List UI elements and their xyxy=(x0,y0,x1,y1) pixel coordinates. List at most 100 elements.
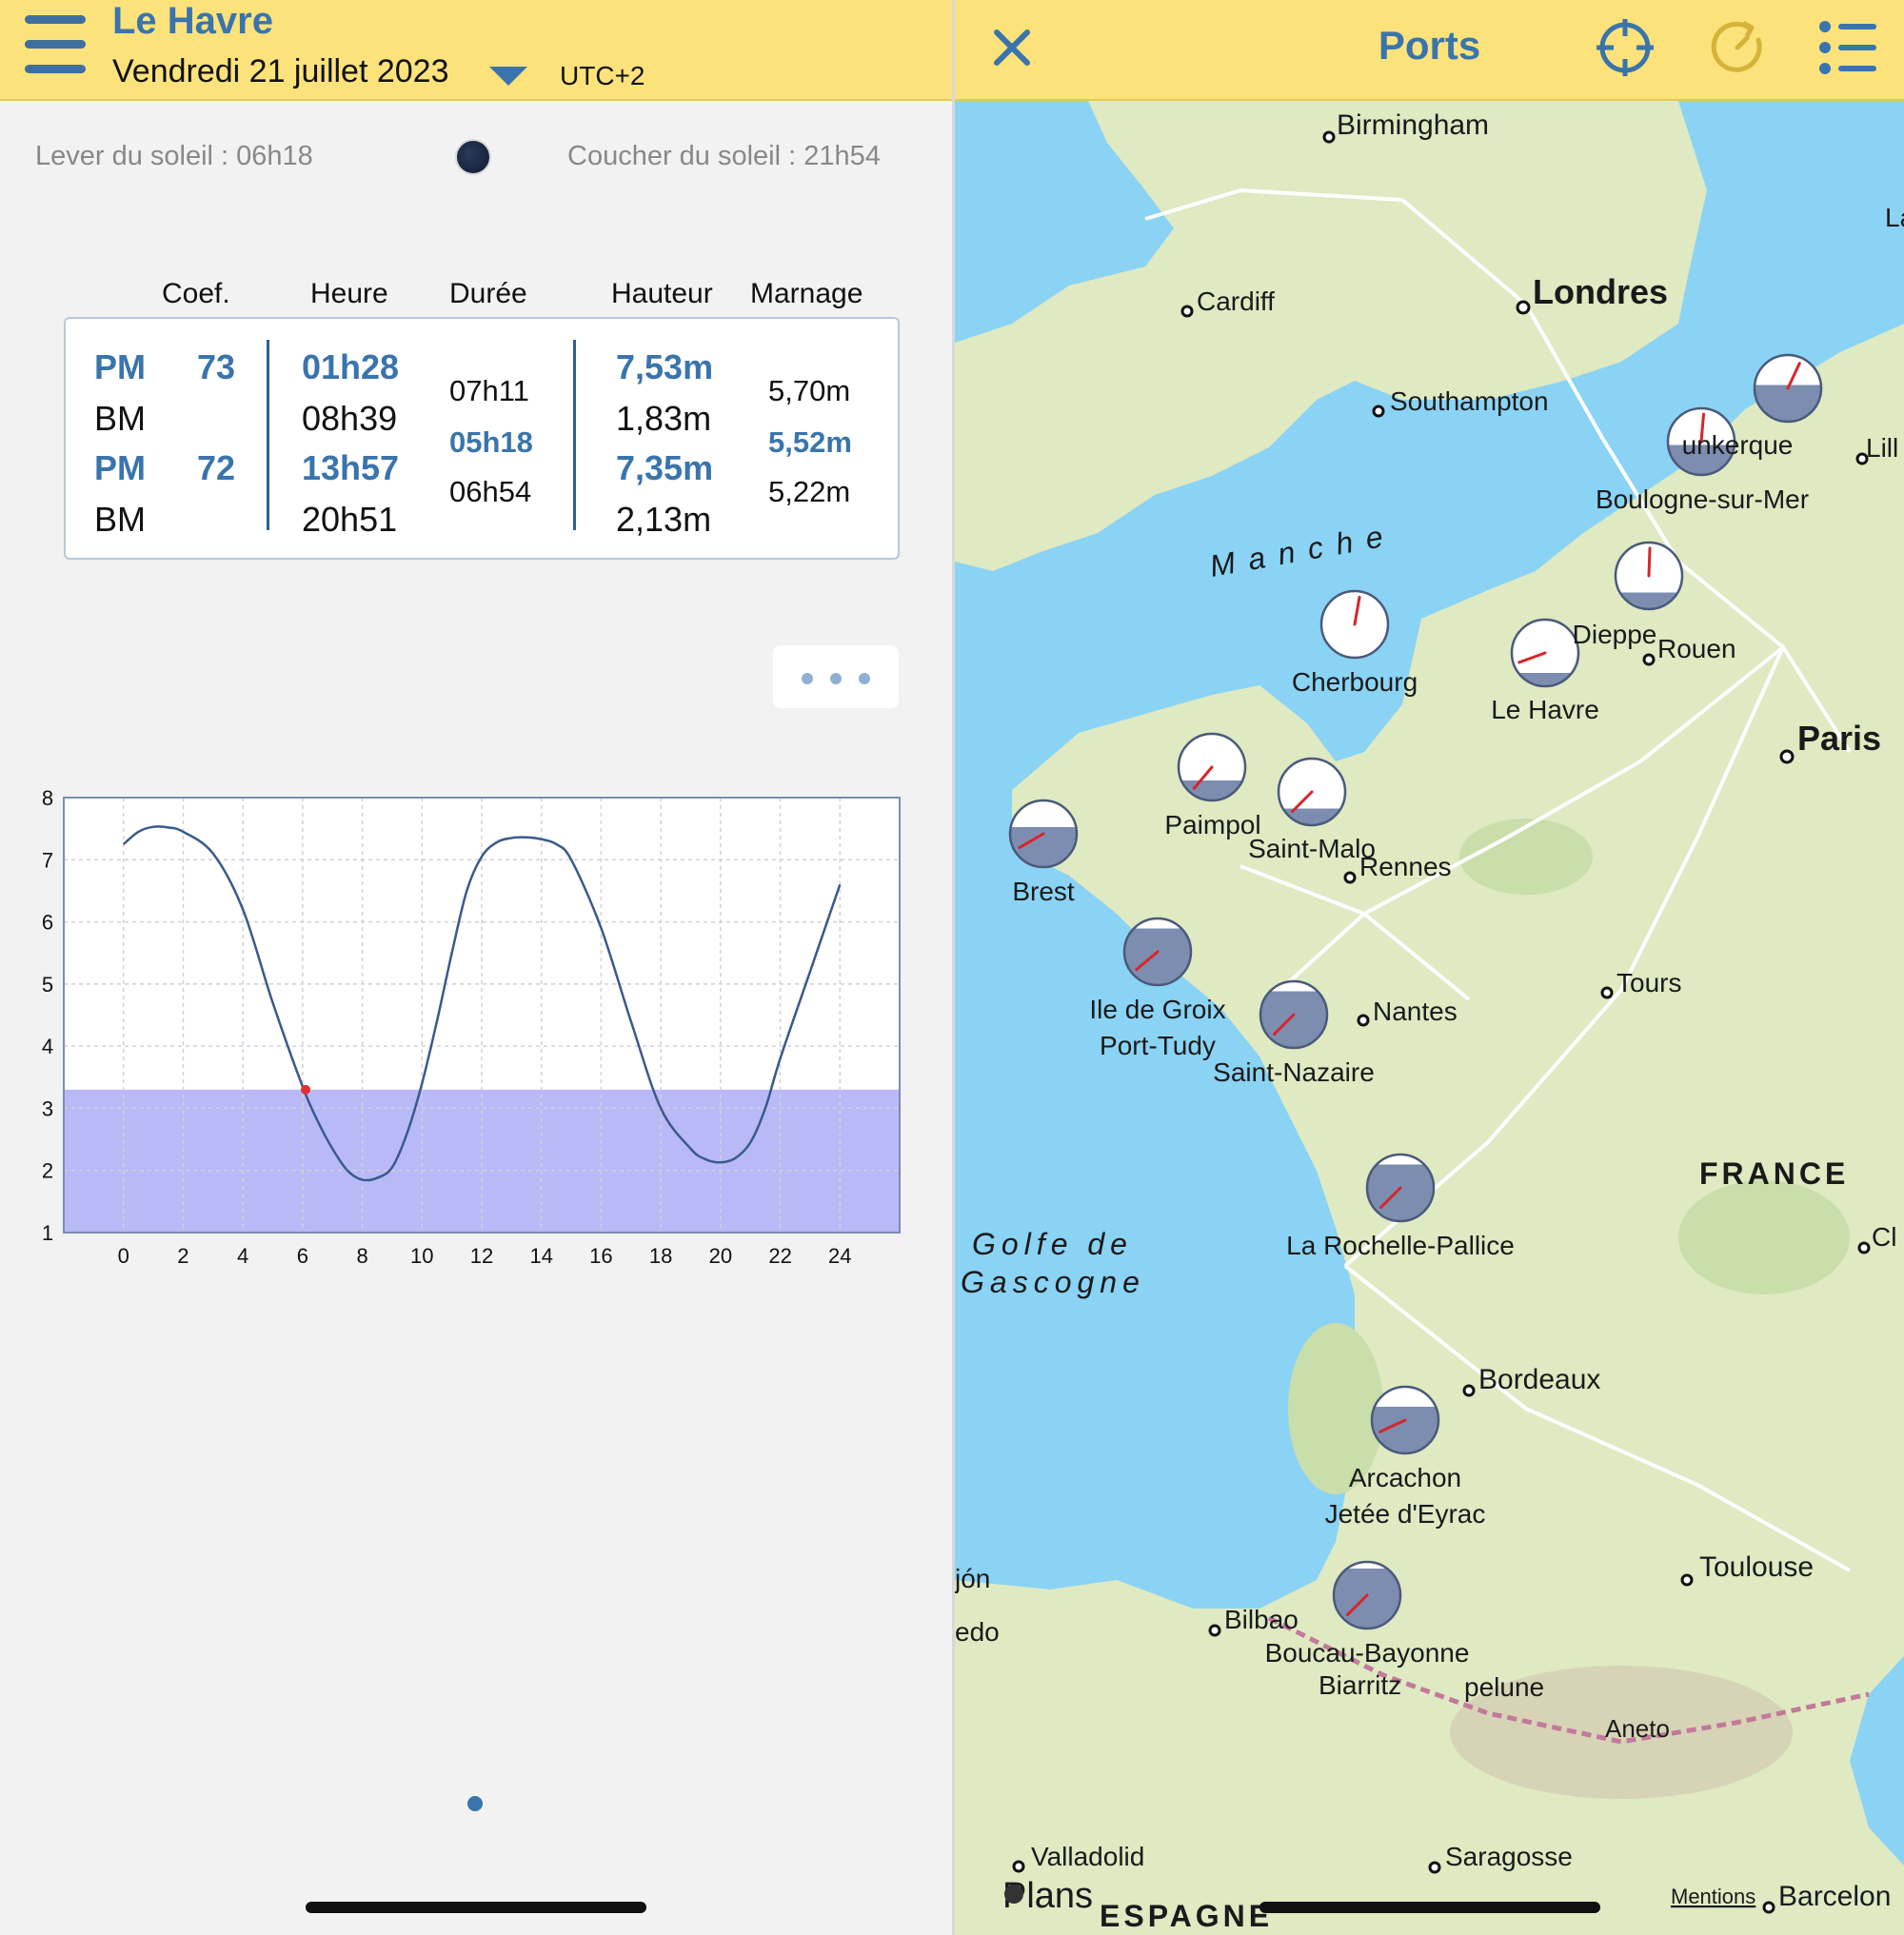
city-label: Nantes xyxy=(1373,997,1458,1026)
ports-panel: Ports Manche Golfe de Gascogne FRANCE ES… xyxy=(955,0,1904,1935)
clock-refresh-icon[interactable] xyxy=(1707,17,1768,78)
port-tide-gauge-icon[interactable] xyxy=(1319,589,1390,660)
tide-time: 08h39 xyxy=(302,399,398,438)
hamburger-menu-icon[interactable] xyxy=(25,15,86,74)
tide-time: 20h51 xyxy=(302,500,398,539)
column-header-marnage: Marnage xyxy=(750,278,863,309)
tide-time: 13h57 xyxy=(302,448,400,487)
port-label: Dieppe xyxy=(1573,620,1657,649)
tide-height: 1,83m xyxy=(616,399,712,438)
country-label: FRANCE xyxy=(1699,1156,1849,1191)
port-tide-gauge-icon[interactable] xyxy=(1510,618,1580,688)
city-label: Southampton xyxy=(1390,386,1549,416)
forest-area xyxy=(1459,819,1593,895)
column-header-coef: Coef. xyxy=(162,278,230,309)
port-label: Le Havre xyxy=(1491,695,1599,724)
chart-y-tick-label: 4 xyxy=(42,1035,53,1058)
tide-height: 7,35m xyxy=(616,448,714,487)
chart-y-tick-label: 8 xyxy=(42,786,53,810)
port-tide-gauge-icon[interactable] xyxy=(1259,979,1329,1050)
tide-table: PM 73 01h28 7,53m BM 08h39 1,83m PM 72 1… xyxy=(64,317,900,560)
home-indicator xyxy=(1259,1902,1600,1913)
city-label: Birmingham xyxy=(1337,109,1489,141)
chart-y-tick-label: 7 xyxy=(42,848,53,872)
port-tide-gauge-icon[interactable] xyxy=(1008,799,1079,869)
city-label: Cl xyxy=(1872,1222,1896,1252)
crosshair-icon[interactable] xyxy=(1595,17,1656,78)
tide-coef: 72 xyxy=(197,448,236,487)
chart-y-tick-label: 3 xyxy=(42,1096,53,1120)
port-tide-gauge-icon[interactable] xyxy=(1332,1560,1402,1630)
list-icon[interactable] xyxy=(1817,17,1878,78)
port-label: La Rochelle-Pallice xyxy=(1286,1231,1515,1260)
sunset-label: Coucher du soleil : 21h54 xyxy=(567,141,881,171)
column-header-hauteur: Hauteur xyxy=(611,278,713,309)
tide-type: PM xyxy=(94,347,146,386)
port-tide-gauge-icon[interactable] xyxy=(1365,1153,1436,1223)
port-tide-gauge-icon[interactable] xyxy=(1277,757,1347,827)
city-label: Paris xyxy=(1797,719,1881,758)
port-tide-gauge-icon[interactable] xyxy=(1122,917,1193,987)
chart-x-tick-label: 8 xyxy=(356,1244,367,1268)
chart-x-tick-label: 4 xyxy=(237,1244,248,1268)
port-tide-gauge-icon[interactable] xyxy=(1177,732,1247,802)
city-label: Rouen xyxy=(1657,634,1736,663)
port-tide-gauge-icon[interactable] xyxy=(1370,1385,1440,1455)
chart-x-tick-label: 0 xyxy=(118,1244,129,1268)
chart-x-tick-label: 18 xyxy=(649,1244,672,1268)
ports-map[interactable]: Manche Golfe de Gascogne FRANCE ESPAGNE … xyxy=(955,101,1904,1935)
port-title: Le Havre xyxy=(112,0,273,42)
tide-type: BM xyxy=(94,500,146,539)
port-tide-gauge-icon[interactable] xyxy=(1753,353,1823,424)
port-label: unkerque xyxy=(1682,430,1794,460)
sea-label: Gascogne xyxy=(961,1265,1145,1299)
chart-y-tick-label: 2 xyxy=(42,1159,53,1183)
city-label: Bilbao xyxy=(1224,1605,1299,1634)
port-label: Boucau-Bayonne xyxy=(1265,1638,1470,1668)
chart-x-tick-label: 22 xyxy=(768,1244,791,1268)
chart-y-tick-label: 1 xyxy=(42,1221,53,1245)
tide-chart: 0 2 4 6 8 10 12 14 16 18 20 22 2412345678 xyxy=(42,786,901,1268)
port-tide-gauge-icon[interactable] xyxy=(1614,541,1684,611)
chart-x-tick-label: 16 xyxy=(589,1244,612,1268)
column-header-heure: Heure xyxy=(310,278,388,309)
port-label: Saint-Malo xyxy=(1248,834,1376,863)
city-label: Biarritz xyxy=(1319,1670,1401,1700)
port-label: Boulogne-sur-Mer xyxy=(1596,484,1809,514)
city-label: La xyxy=(1885,203,1904,232)
port-label: Paimpol xyxy=(1164,810,1260,839)
sunrise-label: Lever du soleil : 06h18 xyxy=(35,141,313,171)
port-label: Cherbourg xyxy=(1292,667,1418,697)
tide-header: Le Havre Vendredi 21 juillet 2023 UTC+2 xyxy=(0,0,952,101)
city-label: jón xyxy=(955,1564,990,1593)
city-label: Lill xyxy=(1866,433,1898,463)
chart-x-tick-label: 2 xyxy=(177,1244,188,1268)
home-indicator xyxy=(306,1902,646,1913)
port-label: Jetée d'Eyrac xyxy=(1325,1499,1486,1529)
column-header-duree: Durée xyxy=(449,278,527,309)
forest-area xyxy=(1678,1180,1850,1294)
tide-duration: 07h11 xyxy=(449,374,529,407)
chart-y-tick-label: 5 xyxy=(42,973,53,997)
tide-type: BM xyxy=(94,399,146,438)
date-label[interactable]: Vendredi 21 juillet 2023 xyxy=(112,53,449,90)
city-label: edo xyxy=(955,1617,1000,1647)
tide-range: 5,52m xyxy=(768,425,852,459)
chart-x-tick-label: 6 xyxy=(297,1244,308,1268)
timezone-label: UTC+2 xyxy=(560,61,645,90)
more-options-button[interactable] xyxy=(773,645,899,708)
chart-x-tick-label: 20 xyxy=(709,1244,732,1268)
tide-height: 2,13m xyxy=(616,500,712,539)
tide-coef: 73 xyxy=(197,347,236,386)
chevron-down-icon[interactable] xyxy=(489,67,527,86)
port-label: Arcachon xyxy=(1349,1463,1461,1492)
legal-link[interactable]: Mentions xyxy=(1671,1885,1755,1908)
table-divider xyxy=(573,340,576,530)
city-label: Toulouse xyxy=(1699,1551,1814,1583)
sea-label: Golfe de xyxy=(972,1227,1133,1261)
chart-x-tick-label: 12 xyxy=(470,1244,493,1268)
moon-phase-icon xyxy=(455,139,491,175)
chart-current-point xyxy=(300,1084,310,1095)
city-label: Barcelon xyxy=(1778,1881,1891,1912)
country-label: ESPAGNE xyxy=(1100,1899,1273,1933)
